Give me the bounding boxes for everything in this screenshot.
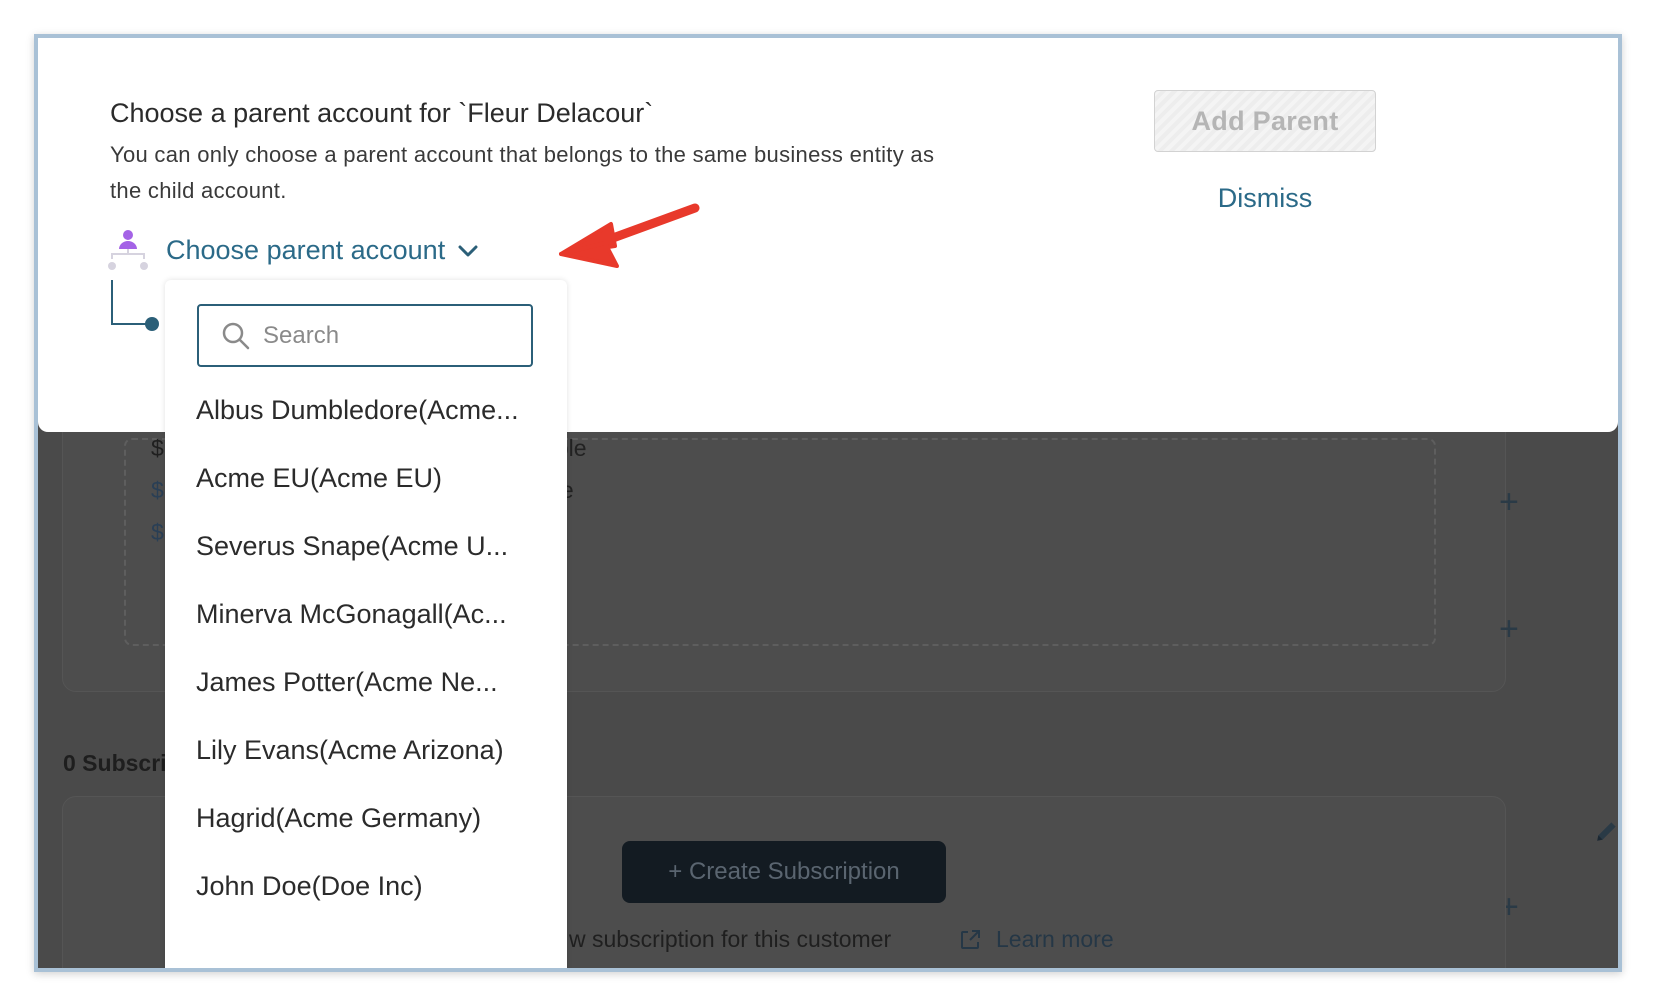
learn-more-link[interactable]: Learn more bbox=[996, 926, 1114, 953]
tree-connector bbox=[111, 280, 159, 331]
search-icon bbox=[222, 322, 250, 349]
dismiss-link[interactable]: Dismiss bbox=[1154, 183, 1376, 214]
create-subscription-button[interactable]: + Create Subscription bbox=[622, 841, 946, 903]
background-dollar: $ bbox=[151, 519, 164, 545]
dropdown-item[interactable]: Severus Snape(Acme U... bbox=[196, 531, 541, 562]
search-field[interactable] bbox=[197, 304, 533, 367]
add-icon[interactable]: + bbox=[1499, 485, 1519, 519]
dropdown-item[interactable]: Lily Evans(Acme Arizona) bbox=[196, 735, 541, 766]
add-parent-label: Add Parent bbox=[1191, 105, 1339, 136]
dropdown-item[interactable]: Acme EU(Acme EU) bbox=[196, 463, 541, 494]
dropdown-item[interactable]: Hagrid(Acme Germany) bbox=[196, 803, 541, 834]
external-link-icon[interactable] bbox=[958, 928, 982, 952]
create-subscription-label: + Create Subscription bbox=[668, 858, 900, 885]
dropdown-item[interactable]: James Potter(Acme Ne... bbox=[196, 667, 541, 698]
background-dollar: $ bbox=[151, 435, 164, 461]
modal-title: Choose a parent account for `Fleur Delac… bbox=[110, 98, 654, 128]
search-input[interactable] bbox=[261, 320, 525, 351]
subscriptions-heading: 0 Subscri bbox=[63, 750, 167, 776]
background-dollar: $ bbox=[151, 477, 164, 503]
dropdown-item[interactable]: Minerva McGonagall(Ac... bbox=[196, 599, 541, 630]
hierarchy-icon bbox=[108, 230, 148, 270]
modal-description: You can only choose a parent account tha… bbox=[110, 142, 935, 203]
screenshot-frame: $ $ $ able ble ed + + + 0 Subscri + Crea… bbox=[34, 34, 1622, 972]
annotation-arrow-icon bbox=[559, 203, 700, 268]
pencil-icon[interactable] bbox=[1594, 818, 1620, 844]
parent-account-dropdown: Albus Dumbledore(Acme... Acme EU(Acme EU… bbox=[165, 280, 567, 968]
chevron-down-icon bbox=[458, 245, 478, 256]
dropdown-item[interactable]: John Doe(Doe Inc) bbox=[196, 871, 541, 902]
add-icon[interactable]: + bbox=[1499, 612, 1519, 646]
create-subscription-description: w subscription for this customer bbox=[569, 926, 892, 952]
dropdown-item[interactable]: Albus Dumbledore(Acme... bbox=[196, 395, 541, 426]
add-parent-button[interactable]: Add Parent bbox=[1154, 90, 1376, 152]
choose-parent-dropdown-toggle[interactable]: Choose parent account bbox=[166, 235, 479, 266]
choose-parent-label: Choose parent account bbox=[166, 235, 446, 265]
